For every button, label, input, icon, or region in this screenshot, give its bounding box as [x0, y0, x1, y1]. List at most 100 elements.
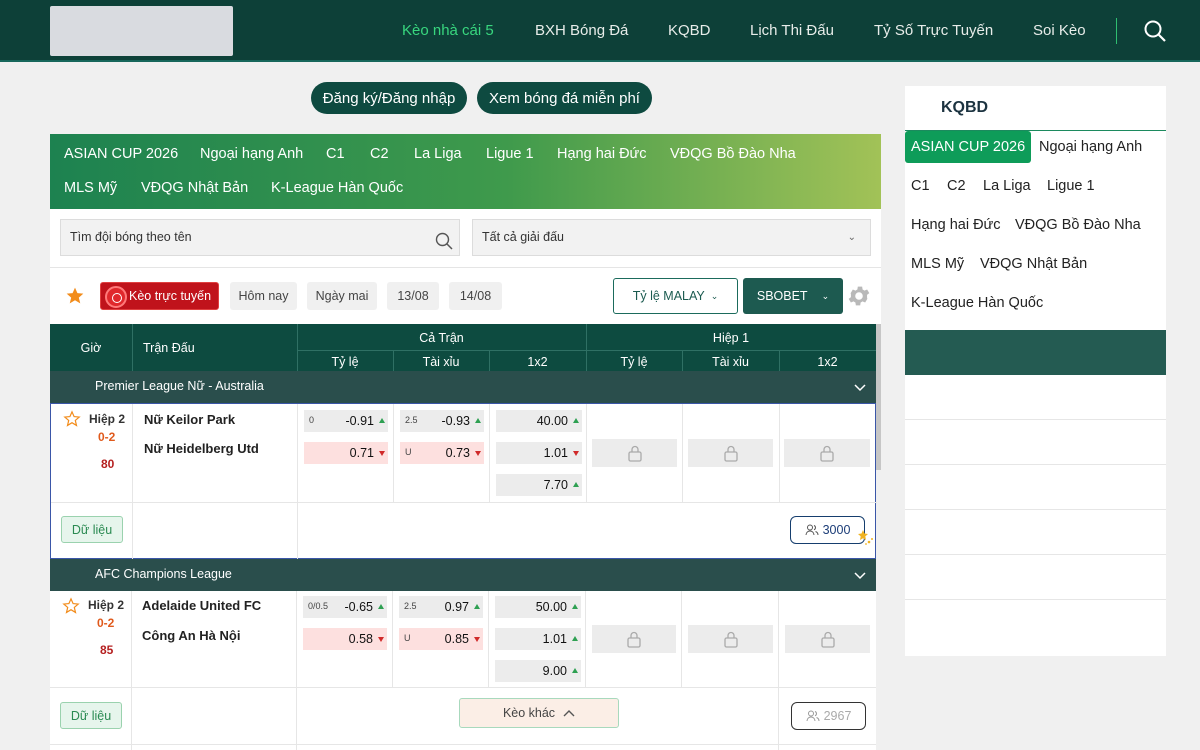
arrow-up-icon — [475, 418, 481, 423]
bookmaker-select[interactable]: SBOBET ⌄ — [743, 278, 843, 314]
locked-odds — [688, 439, 773, 467]
sidebar-tag[interactable]: C2 — [947, 178, 966, 194]
gear-icon[interactable] — [846, 283, 872, 312]
col-half-1x2: 1x2 — [817, 355, 838, 369]
odds-cell[interactable]: 0/0.5 -0.65 — [303, 596, 387, 618]
search-icon[interactable] — [1144, 20, 1166, 42]
scrollbar[interactable] — [876, 324, 881, 470]
odds-cell[interactable]: 50.00 — [495, 596, 581, 618]
nav-keo-nha-cai[interactable]: Kèo nhà cái 5 — [402, 22, 494, 39]
odds-cell[interactable]: U 0.85 — [399, 628, 483, 650]
odds-cell[interactable]: 2.5 0.97 — [399, 596, 483, 618]
odds-cell[interactable]: 1.01 — [496, 442, 582, 464]
data-button[interactable]: Dữ liệu — [60, 702, 122, 729]
match-score: 0-2 — [97, 616, 115, 630]
league-tab[interactable]: Ngoại hạng Anh — [200, 146, 303, 162]
odds-value: 1.01 — [543, 446, 568, 460]
live-odds-label: Kèo trực tuyến — [129, 289, 212, 303]
chevron-down-icon[interactable] — [854, 569, 866, 583]
favorite-star-icon[interactable] — [63, 410, 81, 431]
league-tab[interactable]: C2 — [370, 146, 389, 162]
league-tab[interactable]: La Liga — [414, 146, 462, 162]
odds-cell[interactable]: U 0.73 — [400, 442, 484, 464]
sidebar-tag[interactable]: La Liga — [983, 178, 1031, 194]
chevron-down-icon[interactable] — [854, 381, 866, 395]
league-header[interactable]: AFC Champions League — [50, 559, 876, 591]
viewers-count: 3000 — [822, 523, 851, 537]
nav-ty-so[interactable]: Tỷ Số Trực Tuyến — [874, 22, 993, 39]
sidebar-tag[interactable]: K-League Hàn Quốc — [911, 295, 1043, 311]
odds-cell[interactable]: 0.71 — [304, 442, 388, 464]
odds-cell[interactable]: 7.70 — [496, 474, 582, 496]
sidebar-tag[interactable]: Ligue 1 — [1047, 178, 1095, 194]
odds-cell[interactable]: 40.00 — [496, 410, 582, 432]
live-odds-button[interactable]: Kèo trực tuyến — [100, 282, 219, 310]
day-tomorrow[interactable]: Ngày mai — [307, 282, 377, 310]
locked-odds — [592, 625, 676, 653]
odds-cell[interactable]: 1.01 — [495, 628, 581, 650]
league-name: Premier League Nữ - Australia — [95, 379, 264, 393]
nav-lich-thi-dau[interactable]: Lịch Thi Đấu — [750, 22, 834, 39]
match-minute: 85 — [100, 643, 114, 657]
sidebar-tag-active[interactable]: ASIAN CUP 2026 — [905, 131, 1032, 163]
col-overunder: Tài xỉu — [422, 355, 460, 369]
home-team[interactable]: Nữ Keilor Park — [144, 412, 235, 427]
nav-kqbd[interactable]: KQBD — [668, 22, 711, 39]
day-date[interactable]: 14/08 — [449, 282, 502, 310]
odds-table-header: Giờ Trận Đấu Cả Trận Hiệp 1 Tỷ lệ Tài xỉ… — [50, 324, 876, 371]
odds-value: 0.97 — [444, 600, 469, 614]
favorite-star-icon[interactable] — [65, 286, 85, 309]
match-status: Hiệp 2 — [88, 598, 125, 612]
chevron-down-icon: ⌄ — [710, 290, 719, 301]
sidebar-tag[interactable]: Hạng hai Đức — [911, 217, 1001, 233]
login-button[interactable]: Đăng ký/Đăng nhập — [311, 82, 467, 114]
league-tab[interactable]: ASIAN CUP 2026 — [64, 146, 178, 162]
league-tab[interactable]: Hạng hai Đức — [557, 146, 647, 162]
sidebar-tag[interactable]: C1 — [911, 178, 930, 194]
league-tab[interactable]: VĐQG Bồ Đào Nha — [670, 146, 796, 162]
away-team[interactable]: Công An Hà Nội — [142, 628, 240, 643]
nav-soi-keo[interactable]: Soi Kèo — [1033, 22, 1086, 39]
arrow-up-icon — [573, 482, 579, 487]
day-today[interactable]: Hôm nay — [230, 282, 297, 310]
odds-cell[interactable]: 0 -0.91 — [304, 410, 388, 432]
nav-divider — [1116, 18, 1117, 44]
live-icon — [105, 286, 127, 308]
home-team[interactable]: Adelaide United FC — [142, 598, 261, 613]
more-odds-button[interactable]: Kèo khác — [459, 698, 619, 728]
league-tab[interactable]: VĐQG Nhật Bản — [141, 180, 248, 196]
away-team[interactable]: Nữ Heidelberg Utd — [144, 441, 259, 456]
league-tab[interactable]: MLS Mỹ — [64, 180, 117, 196]
odds-type-select[interactable]: Tỷ lệ MALAY ⌄ — [613, 278, 738, 314]
odds-value: 7.70 — [543, 478, 568, 492]
odds-cell[interactable]: 0.58 — [303, 628, 387, 650]
viewers-button[interactable]: 3000 — [790, 516, 865, 544]
handicap-line: 0/0.5 — [308, 601, 329, 611]
divider — [50, 267, 881, 268]
league-select[interactable]: Tất cả giải đấu ⌄ — [472, 219, 871, 256]
sidebar-tag[interactable]: VĐQG Nhật Bản — [980, 256, 1087, 272]
sidebar-tag[interactable]: Ngoại hạng Anh — [1039, 139, 1142, 155]
viewers-button[interactable]: 2967 — [791, 702, 866, 730]
odds-cell[interactable]: 9.00 — [495, 660, 581, 682]
sidebar-tag[interactable]: MLS Mỹ — [911, 256, 964, 272]
sidebar-tag[interactable]: VĐQG Bồ Đào Nha — [1015, 217, 1141, 233]
search-icon[interactable] — [435, 229, 453, 264]
arrow-up-icon — [474, 604, 480, 609]
watch-free-button[interactable]: Xem bóng đá miễn phí — [477, 82, 652, 114]
site-logo[interactable] — [50, 6, 233, 56]
viewers-count: 2967 — [823, 709, 852, 723]
nav-bxh[interactable]: BXH Bóng Đá — [535, 22, 628, 39]
divider — [905, 554, 1166, 555]
league-header[interactable]: Premier League Nữ - Australia — [50, 371, 876, 403]
arrow-down-icon — [573, 451, 579, 456]
league-tab[interactable]: Ligue 1 — [486, 146, 534, 162]
league-tab[interactable]: K-League Hàn Quốc — [271, 180, 403, 196]
arrow-up-icon — [573, 418, 579, 423]
data-button[interactable]: Dữ liệu — [61, 516, 123, 543]
team-search-input[interactable]: Tìm đội bóng theo tên — [60, 219, 460, 256]
odds-cell[interactable]: 2.5 -0.93 — [400, 410, 484, 432]
league-tab[interactable]: C1 — [326, 146, 345, 162]
favorite-star-icon[interactable] — [62, 597, 80, 618]
day-date[interactable]: 13/08 — [387, 282, 439, 310]
